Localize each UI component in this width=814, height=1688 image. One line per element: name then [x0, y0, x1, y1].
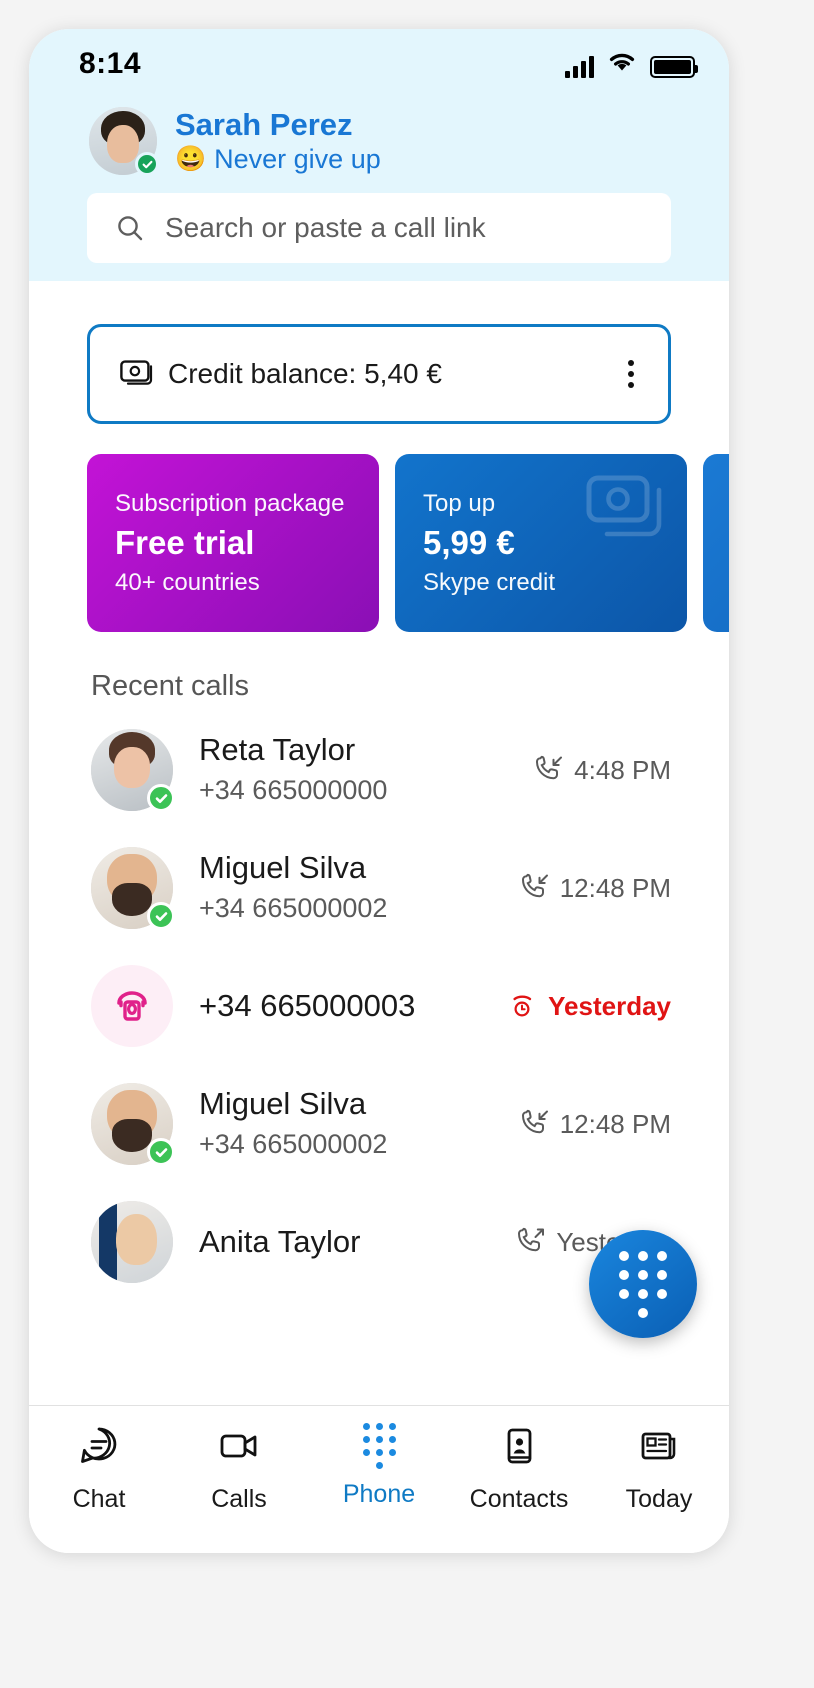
- battery-full-icon: [650, 56, 698, 78]
- presence-badge-online: [147, 784, 175, 812]
- chat-bubble-icon: [77, 1424, 121, 1473]
- phone-frame: 8:14 Sarah Perez 😀 Never give up Search …: [29, 29, 729, 1553]
- call-item-number: +34 665000002: [199, 893, 388, 924]
- tab-calls[interactable]: Calls: [169, 1424, 309, 1514]
- promo-card-eyebrow: Top up: [423, 489, 496, 517]
- profile-mood[interactable]: 😀 Never give up: [175, 144, 381, 175]
- avatar[interactable]: [89, 107, 159, 176]
- search-icon: [115, 213, 145, 243]
- recent-calls-title: Recent calls: [91, 670, 249, 702]
- call-item-number: +34 665000002: [199, 1129, 388, 1160]
- main-content: Credit balance: 5,40 € Subscription pack…: [29, 281, 729, 1301]
- profile-name: Sarah Perez: [175, 107, 353, 143]
- call-list-item[interactable]: Miguel Silva +34 665000002 12:48 PM: [29, 829, 729, 947]
- call-item-name: Miguel Silva: [199, 1086, 367, 1122]
- avatar: [91, 1083, 175, 1166]
- call-item-text: Miguel Silva +34 665000002: [199, 849, 493, 926]
- tab-label: Today: [625, 1485, 693, 1513]
- promo-card-title: Free trial: [115, 523, 255, 561]
- tab-label: Contacts: [469, 1485, 569, 1513]
- dialpad-icon: [362, 1423, 396, 1469]
- dialpad-icon: [619, 1250, 667, 1318]
- promo-card-carousel[interactable]: Subscription package Free trial 40+ coun…: [87, 454, 729, 632]
- presence-badge-online: [147, 902, 175, 930]
- presence-badge-online: [135, 152, 159, 176]
- call-item-time: 4:48 PM: [574, 754, 671, 785]
- call-list-item[interactable]: Reta Taylor +34 665000000 4:48 PM: [29, 711, 729, 829]
- call-list-item[interactable]: +34 665000003 Yesterday: [29, 947, 729, 1065]
- tab-label: Phone: [342, 1480, 416, 1508]
- phone-ring-icon: [117, 991, 147, 1021]
- credit-balance-left: Credit balance: 5,40 €: [120, 358, 442, 390]
- call-item-name: Reta Taylor: [199, 732, 356, 768]
- promo-card-subtitle: Skype credit: [423, 568, 556, 596]
- call-item-meta: 4:48 PM: [533, 753, 671, 788]
- promo-card-subtitle: 40+ countries: [115, 568, 260, 596]
- tab-label: Chat: [72, 1485, 126, 1513]
- dialpad-fab-button[interactable]: [589, 1230, 697, 1338]
- search-placeholder: Search or paste a call link: [165, 212, 486, 243]
- anita-taylor-avatar: [91, 1201, 173, 1283]
- call-item-name: Miguel Silva: [199, 850, 367, 886]
- cellular-signal-icon: [565, 56, 594, 78]
- call-outgoing-icon: [515, 1225, 545, 1260]
- call-incoming-icon: [519, 871, 549, 906]
- search-input[interactable]: Search or paste a call link: [87, 193, 671, 263]
- avatar: [91, 729, 175, 812]
- contact-card-icon: [497, 1424, 541, 1473]
- call-item-meta: Yesterday: [507, 989, 671, 1024]
- app-header: 8:14 Sarah Perez 😀 Never give up Search …: [29, 29, 729, 281]
- call-item-time: 12:48 PM: [559, 872, 671, 903]
- call-item-time: Yesterday: [548, 990, 671, 1021]
- tab-phone[interactable]: Phone: [309, 1423, 449, 1509]
- call-item-meta: 12:48 PM: [519, 871, 671, 906]
- avatar: [91, 847, 175, 930]
- newspaper-icon: [637, 1424, 681, 1473]
- call-item-time: 12:48 PM: [559, 1108, 671, 1139]
- call-item-name: +34 665000003: [199, 987, 416, 1023]
- call-item-text: Miguel Silva +34 665000002: [199, 1085, 493, 1162]
- promo-card-eyebrow: Subscription package: [115, 489, 345, 517]
- promo-card-topup[interactable]: Top up 5,99 € Skype credit: [395, 454, 687, 632]
- mood-text: Never give up: [214, 143, 381, 174]
- tab-label: Calls: [211, 1485, 267, 1513]
- video-camera-icon: [217, 1424, 261, 1473]
- promo-card-partial[interactable]: T 1 S: [703, 454, 729, 632]
- credit-balance-pill[interactable]: Credit balance: 5,40 €: [87, 324, 671, 424]
- call-list-item[interactable]: Miguel Silva +34 665000002 12:48 PM: [29, 1065, 729, 1183]
- call-item-text: Anita Taylor: [199, 1223, 489, 1262]
- tab-contacts[interactable]: Contacts: [449, 1424, 589, 1514]
- call-missed-icon: [507, 989, 537, 1024]
- call-item-number: +34 665000000: [199, 775, 388, 806]
- mood-emoji: 😀: [175, 144, 207, 173]
- avatar: [91, 1201, 173, 1283]
- credit-balance-label: Credit balance: 5,40 €: [168, 358, 442, 389]
- presence-badge-online: [147, 1138, 175, 1166]
- call-item-text: +34 665000003: [199, 987, 481, 1026]
- promo-card-subscription[interactable]: Subscription package Free trial 40+ coun…: [87, 454, 379, 632]
- banknote-icon: [120, 359, 154, 390]
- tab-today[interactable]: Today: [589, 1424, 729, 1514]
- profile-header[interactable]: Sarah Perez 😀 Never give up: [29, 99, 729, 176]
- call-item-meta: 12:48 PM: [519, 1107, 671, 1142]
- profile-text: Sarah Perez 😀 Never give up: [175, 107, 381, 175]
- status-bar-time: 8:14: [79, 47, 142, 80]
- call-item-text: Reta Taylor +34 665000000: [199, 731, 507, 808]
- more-vertical-icon[interactable]: [620, 352, 642, 396]
- bottom-tab-bar: Chat Calls Phone Contacts Today: [29, 1405, 729, 1553]
- screenshot-root: 8:14 Sarah Perez 😀 Never give up Search …: [0, 0, 814, 1688]
- status-bar: 8:14: [29, 29, 729, 99]
- wifi-icon: [607, 50, 637, 78]
- call-item-name: Anita Taylor: [199, 1223, 361, 1259]
- unknown-caller-avatar: [91, 965, 173, 1047]
- call-incoming-icon: [519, 1107, 549, 1142]
- call-incoming-icon: [533, 753, 563, 788]
- tab-chat[interactable]: Chat: [29, 1424, 169, 1514]
- avatar: [91, 965, 173, 1047]
- status-bar-icons: [565, 50, 698, 78]
